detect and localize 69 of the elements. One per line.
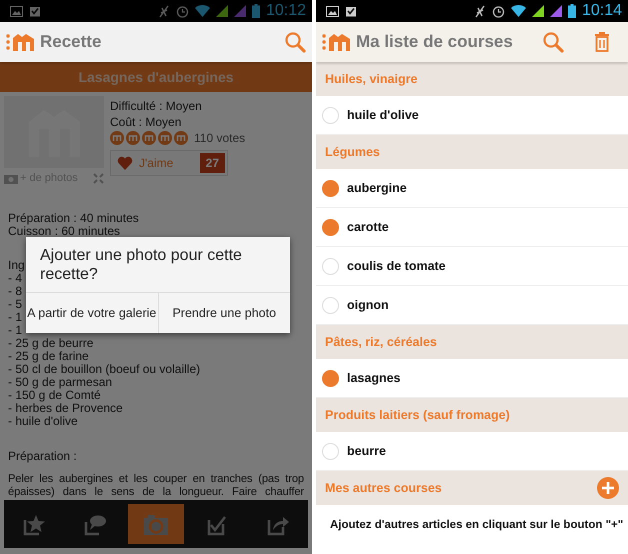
picture-icon [326, 6, 339, 16]
plus-icon [602, 482, 614, 494]
clock-time: 10:12 [266, 2, 306, 20]
rating-icon[interactable] [174, 131, 188, 145]
dialog-button[interactable]: A partir de votre galerie [26, 293, 158, 333]
menu-logo-icon[interactable] [322, 32, 352, 52]
rating-icon[interactable] [126, 131, 140, 145]
ingredient-line: - 25 g de farine [8, 350, 89, 363]
signal-icon [234, 5, 246, 17]
category-heading: Légumes [316, 135, 628, 169]
recipe-title: Lasagnes d'aubergines [0, 62, 312, 92]
clipboard-check-icon [29, 5, 41, 17]
alarm-icon [176, 4, 189, 18]
method-paragraph: Peler les aubergines et les couper en tranches (pas trop épaisses) dans le sens de la longueur. Faire chauffer [8, 473, 304, 499]
time-text: Préparation : 40 minutes [8, 212, 140, 225]
battery-icon [568, 4, 576, 18]
signal-icon [216, 5, 228, 17]
vibrate-off-icon [474, 4, 486, 18]
picture-icon [10, 6, 23, 16]
ingredient-line: - 5 [8, 298, 22, 311]
camera-icon[interactable] [4, 172, 18, 184]
category-heading: Mes autres courses [325, 481, 442, 495]
menu-logo-icon[interactable] [6, 32, 36, 52]
search-icon[interactable] [284, 31, 306, 53]
ingredient-line: - 50 cl de bouillon (boeuf ou volaille) [8, 363, 200, 376]
ingredient-line: - herbes de Provence [8, 402, 123, 415]
rating-icon[interactable] [142, 131, 156, 145]
clock-time: 10:14 [582, 2, 622, 20]
wifi-icon [194, 5, 210, 17]
battery-icon [252, 4, 260, 18]
vibrate-off-icon [158, 4, 170, 18]
wifi-icon [510, 5, 526, 17]
ingredient-line: - 150 g de Comté [8, 389, 101, 402]
ingredient-line: - 4 [8, 272, 22, 285]
ingredient-line: - 50 g de parmesan [8, 376, 112, 389]
difficulty-text: Difficulté : Moyen [110, 99, 203, 113]
dialog-title: Ajouter une photo pour cette recette? [26, 237, 290, 293]
ingredient-line: - 1 [8, 311, 22, 324]
category-heading: Pâtes, riz, céréales [316, 325, 628, 359]
ingredient-line: - huile d'olive [8, 415, 78, 428]
category-heading: Huiles, vinaigre [316, 62, 628, 96]
time-text: Cuisson : 60 minutes [8, 225, 122, 238]
hint-text: Ajoutez d'autres articles en cliquant sur le bouton "+" [329, 518, 624, 531]
rating-icon[interactable] [110, 131, 124, 145]
item-checkbox[interactable] [322, 370, 339, 386]
item-checkbox[interactable] [322, 218, 339, 236]
cost-text: Coût : Moyen [110, 115, 182, 129]
screen-title: Ma liste de courses [356, 32, 514, 52]
rating-icon[interactable] [158, 131, 172, 145]
signal-icon [532, 5, 544, 17]
dialog-button[interactable]: Prendre une photo [158, 293, 290, 333]
trash-icon[interactable] [594, 32, 610, 52]
camera-icon [142, 512, 169, 536]
heart-icon [117, 156, 133, 170]
category-heading: Produits laitiers (sauf fromage) [316, 398, 628, 432]
signal-icon [550, 5, 562, 17]
vote-count: 110 votes [194, 131, 246, 145]
ingredient-line: - 1 [8, 324, 22, 337]
alarm-icon [492, 4, 505, 18]
ingredient-line: - 8 [8, 285, 22, 298]
search-icon[interactable] [542, 31, 564, 53]
clipboard-check-icon [345, 5, 357, 17]
ingredient-line: - 25 g de beurre [8, 337, 94, 350]
ingredient-line: Ing [8, 259, 25, 272]
screen-title: Recette [40, 32, 102, 52]
add-button[interactable] [597, 477, 619, 499]
expand-icon[interactable] [93, 172, 104, 184]
item-checkbox[interactable] [322, 180, 339, 196]
section-heading: Préparation : [8, 450, 78, 463]
